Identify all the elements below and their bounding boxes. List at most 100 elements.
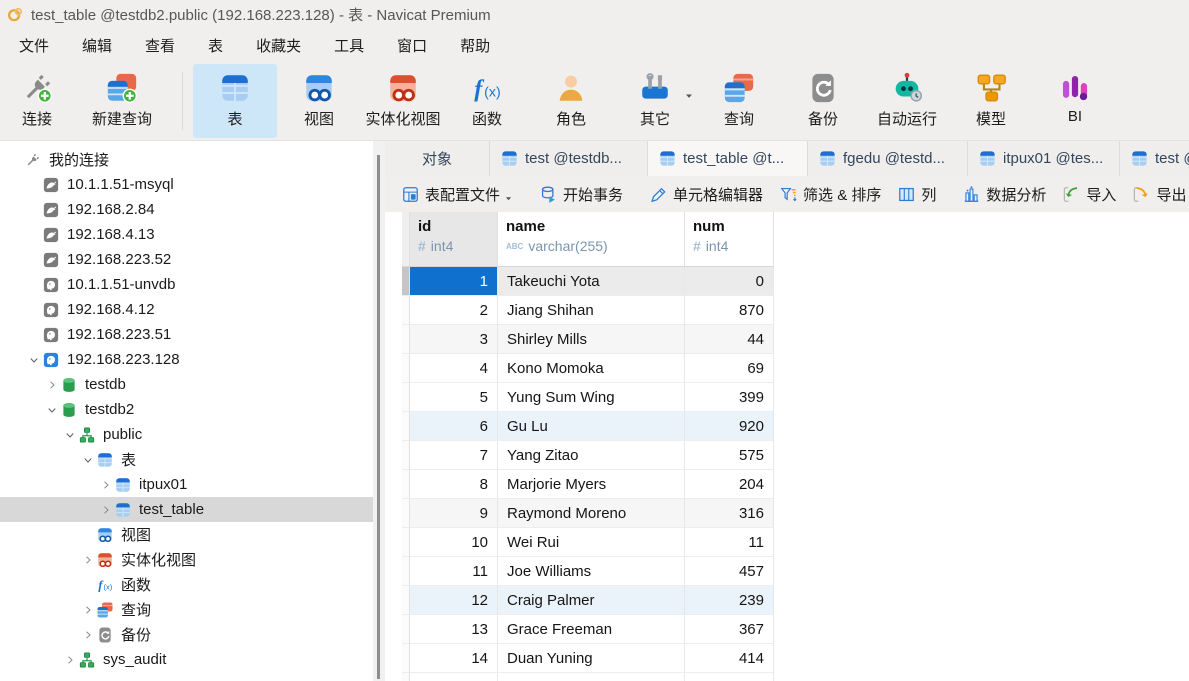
cell-id[interactable]: 4 xyxy=(410,354,498,383)
menu-item-4[interactable]: 表 xyxy=(198,31,233,60)
cell-num[interactable]: 457 xyxy=(685,557,774,586)
chevron-down-icon[interactable] xyxy=(62,427,78,443)
chevron-down-icon[interactable] xyxy=(80,452,96,468)
toolbar-button-automation[interactable]: 自动运行 xyxy=(865,64,949,138)
toolbar-button-function[interactable]: f(x)函数 xyxy=(445,64,529,138)
cell-name[interactable]: Marjorie Myers xyxy=(498,470,685,499)
toolbar-button-bi[interactable]: BI xyxy=(1033,64,1117,138)
tree-item-_[interactable]: 备份 xyxy=(0,622,373,647)
cell-num[interactable]: 0 xyxy=(685,267,774,296)
cell-id[interactable]: 13 xyxy=(410,615,498,644)
table-row[interactable]: 7Yang Zitao575 xyxy=(402,441,774,470)
cell-name[interactable]: Shirley Mills xyxy=(498,325,685,354)
row-marker[interactable] xyxy=(402,615,410,644)
tab-4[interactable]: itpux01 @tes... xyxy=(968,141,1120,176)
tree-item-_[interactable]: 我的连接 xyxy=(0,147,373,172)
tree-item-192.168.4.12[interactable]: 192.168.4.12 xyxy=(0,297,373,322)
toolbar-button-others[interactable]: 其它 xyxy=(613,64,697,138)
cell-id[interactable]: 8 xyxy=(410,470,498,499)
tree-item-192.168.223.51[interactable]: 192.168.223.51 xyxy=(0,322,373,347)
cell-num[interactable]: 239 xyxy=(685,586,774,615)
toolbar-button-model[interactable]: 模型 xyxy=(949,64,1033,138)
cell-num[interactable]: 367 xyxy=(685,615,774,644)
row-marker[interactable] xyxy=(402,383,410,412)
cell-name[interactable]: Yang Zitao xyxy=(498,441,685,470)
column-header-num[interactable]: num#int4 xyxy=(685,212,774,266)
tree-item-test_table[interactable]: test_table xyxy=(0,497,373,522)
tree-item-itpux01[interactable]: itpux01 xyxy=(0,472,373,497)
row-marker[interactable] xyxy=(402,296,410,325)
tree-item-192.168.2.84[interactable]: 192.168.2.84 xyxy=(0,197,373,222)
table-row[interactable]: 3Shirley Mills44 xyxy=(402,325,774,354)
table-row[interactable]: 8Marjorie Myers204 xyxy=(402,470,774,499)
toolbar-button-table[interactable]: 表 xyxy=(193,64,277,138)
cell-name[interactable]: Jiang Shihan xyxy=(498,296,685,325)
cell-id[interactable]: 5 xyxy=(410,383,498,412)
chevron-right-icon[interactable] xyxy=(98,502,114,518)
table-toolbar-columns-button[interactable]: 列 xyxy=(889,181,944,207)
cell-id[interactable]: 3 xyxy=(410,325,498,354)
toolbar-button-materialized-view[interactable]: 实体化视图 xyxy=(361,64,445,138)
row-marker[interactable] xyxy=(402,412,410,441)
table-row[interactable]: 2Jiang Shihan870 xyxy=(402,296,774,325)
column-header-name[interactable]: nameABCvarchar(255) xyxy=(498,212,685,266)
toolbar-button-new-query[interactable]: 新建查询 xyxy=(72,64,172,138)
row-marker[interactable] xyxy=(402,354,410,383)
tree-item-public[interactable]: public xyxy=(0,422,373,447)
cell-num[interactable]: 575 xyxy=(685,441,774,470)
menu-item-7[interactable]: 窗口 xyxy=(387,31,437,60)
tab-2[interactable]: test_table @t... xyxy=(648,141,808,176)
cell-num[interactable]: 316 xyxy=(685,499,774,528)
chevron-right-icon[interactable] xyxy=(80,602,96,618)
tree-item-10.1.1.51-msyql[interactable]: 10.1.1.51-msyql xyxy=(0,172,373,197)
cell-num[interactable]: 399 xyxy=(685,383,774,412)
menu-item-5[interactable]: 收藏夹 xyxy=(246,31,311,60)
toolbar-button-role[interactable]: 角色 xyxy=(529,64,613,138)
menu-item-8[interactable]: 帮助 xyxy=(450,31,500,60)
tree-item-192.168.223.52[interactable]: 192.168.223.52 xyxy=(0,247,373,272)
tree-item-192.168.4.13[interactable]: 192.168.4.13 xyxy=(0,222,373,247)
cell-num[interactable]: 414 xyxy=(685,644,774,673)
menu-item-6[interactable]: 工具 xyxy=(324,31,374,60)
cell-num[interactable]: 69 xyxy=(685,354,774,383)
column-header-id[interactable]: id#int4 xyxy=(410,212,498,266)
tab-5[interactable]: test @testdb... xyxy=(1120,141,1189,176)
tree-item-_[interactable]: 表 xyxy=(0,447,373,472)
toolbar-button-query[interactable]: 查询 xyxy=(697,64,781,138)
toolbar-button-view[interactable]: 视图 xyxy=(277,64,361,138)
table-row[interactable]: 14Duan Yuning414 xyxy=(402,644,774,673)
cell-name[interactable]: Takeuchi Yota xyxy=(498,267,685,296)
table-row[interactable]: 10Wei Rui11 xyxy=(402,528,774,557)
table-row[interactable]: 5Yung Sum Wing399 xyxy=(402,383,774,412)
table-toolbar-begin-transaction-button[interactable]: 开始事务 xyxy=(531,181,631,207)
row-marker[interactable] xyxy=(402,325,410,354)
chevron-right-icon[interactable] xyxy=(62,652,78,668)
table-toolbar-cell-editor-button[interactable]: 单元格编辑器 xyxy=(641,181,771,207)
row-marker[interactable] xyxy=(402,644,410,673)
cell-name[interactable]: Kono Momoka xyxy=(498,354,685,383)
tree-item-testdb[interactable]: testdb xyxy=(0,372,373,397)
cell-id[interactable]: 14 xyxy=(410,644,498,673)
cell-name[interactable]: Gu Lu xyxy=(498,412,685,441)
cell-id[interactable]: 10 xyxy=(410,528,498,557)
tree-item-_[interactable]: 查询 xyxy=(0,597,373,622)
cell-id[interactable]: 6 xyxy=(410,412,498,441)
chevron-down-icon[interactable] xyxy=(44,402,60,418)
cell-num[interactable]: 920 xyxy=(685,412,774,441)
menu-item-3[interactable]: 查看 xyxy=(135,31,185,60)
row-marker[interactable] xyxy=(402,499,410,528)
cell-num[interactable]: 44 xyxy=(685,325,774,354)
row-marker[interactable] xyxy=(402,441,410,470)
cell-name[interactable]: Joe Williams xyxy=(498,557,685,586)
cell-name[interactable]: Raymond Moreno xyxy=(498,499,685,528)
table-toolbar-data-analysis-button[interactable]: 数据分析 xyxy=(954,181,1054,207)
tab-3[interactable]: fgedu @testd... xyxy=(808,141,968,176)
row-marker[interactable] xyxy=(402,586,410,615)
table-row[interactable]: 6Gu Lu920 xyxy=(402,412,774,441)
cell-id[interactable]: 2 xyxy=(410,296,498,325)
menu-item-1[interactable]: 文件 xyxy=(9,31,59,60)
table-toolbar-table-profile-button[interactable]: 表配置文件 xyxy=(393,181,521,207)
menu-item-2[interactable]: 编辑 xyxy=(72,31,122,60)
tree-item-10.1.1.51-unvdb[interactable]: 10.1.1.51-unvdb xyxy=(0,272,373,297)
tree-item-testdb2[interactable]: testdb2 xyxy=(0,397,373,422)
